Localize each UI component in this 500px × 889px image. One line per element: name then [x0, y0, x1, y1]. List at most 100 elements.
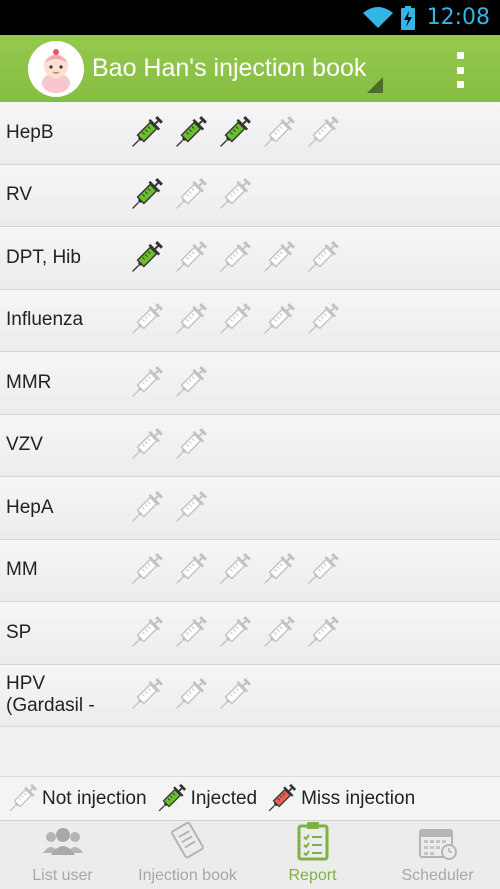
nav-label: Report	[288, 867, 337, 884]
nav-label: List user	[32, 867, 93, 884]
legend-injected: Injected	[155, 782, 258, 816]
vaccine-row[interactable]: VZV	[0, 414, 500, 477]
syringe-injected-icon[interactable]	[172, 114, 208, 152]
vaccine-row[interactable]: HPV (Gardasil -	[0, 664, 500, 727]
vaccine-row[interactable]: RV	[0, 164, 500, 227]
syringe-missed-icon	[268, 783, 297, 811]
nav-label: Scheduler	[401, 867, 474, 884]
vaccine-label: MMR	[6, 371, 52, 393]
nav-report[interactable]: Report	[250, 821, 375, 889]
dose-list	[128, 301, 340, 339]
nav-injection-book[interactable]: Injection book	[125, 821, 250, 889]
syringe-not-injected-icon[interactable]	[128, 301, 164, 339]
syringe-not-injected-icon[interactable]	[304, 551, 340, 589]
syringe-not-injected-icon[interactable]	[260, 239, 296, 277]
syringe-injected-icon[interactable]	[128, 114, 164, 152]
dose-list	[128, 239, 340, 277]
legend-label: Not injection	[42, 787, 147, 809]
syringe-not-injected-icon[interactable]	[304, 239, 340, 277]
dose-list	[128, 426, 208, 464]
vaccine-row[interactable]: SP	[0, 602, 500, 665]
syringe-injected-icon[interactable]	[216, 114, 252, 152]
syringe-not-injected-icon[interactable]	[172, 301, 208, 339]
vaccine-row[interactable]: HepB	[0, 102, 500, 165]
vaccine-row[interactable]: HepA	[0, 477, 500, 540]
nav-label: Injection book	[138, 867, 237, 884]
legend-label: Injected	[190, 787, 258, 809]
vaccine-label: Influenza	[6, 309, 84, 331]
syringe-not-injected-icon[interactable]	[216, 176, 252, 214]
bottom-nav: List user Injection book Report Schedule…	[0, 820, 500, 889]
syringe-not-injected-icon[interactable]	[260, 551, 296, 589]
syringe-not-injected-icon[interactable]	[128, 364, 164, 402]
syringe-not-injected-icon[interactable]	[304, 114, 340, 152]
vaccine-label: HepA	[6, 496, 54, 518]
title-dropdown-indicator	[367, 77, 383, 93]
nav-list-user[interactable]: List user	[0, 821, 125, 889]
syringe-not-injected-icon[interactable]	[172, 551, 208, 589]
nav-scheduler[interactable]: Scheduler	[375, 821, 500, 889]
baby-avatar[interactable]	[28, 40, 84, 97]
syringe-not-injected-icon[interactable]	[128, 676, 164, 714]
syringe-not-injected-icon[interactable]	[172, 176, 208, 214]
overflow-dot	[456, 66, 464, 74]
syringe-injected-icon[interactable]	[128, 239, 164, 277]
dose-list	[128, 676, 252, 714]
syringe-not-injected-icon[interactable]	[304, 614, 340, 652]
syringe-not-injected-icon[interactable]	[216, 614, 252, 652]
syringe-not-injected-icon[interactable]	[216, 551, 252, 589]
syringe-not-injected-icon[interactable]	[172, 364, 208, 402]
overflow-dot	[456, 52, 464, 59]
syringe-not-injected-icon[interactable]	[172, 614, 208, 652]
status-bar: 12:08	[0, 0, 500, 35]
vaccine-label: RV	[6, 184, 33, 206]
syringe-not-injected-icon[interactable]	[216, 301, 252, 339]
vaccine-label: HepB	[6, 121, 54, 143]
clipboard-checklist-icon	[297, 822, 328, 861]
dose-list	[128, 551, 340, 589]
vaccine-row[interactable]: Influenza	[0, 289, 500, 352]
baby-icon	[30, 42, 82, 95]
dose-list	[128, 176, 252, 214]
vaccine-label: SP	[6, 621, 32, 643]
vaccine-row[interactable]: MM	[0, 539, 500, 602]
calendar-icon	[418, 829, 457, 860]
syringe-not-injected-icon[interactable]	[128, 489, 164, 527]
syringe-not-injected-icon[interactable]	[128, 551, 164, 589]
overflow-dot	[456, 81, 464, 88]
page-title[interactable]: Bao Han's injection book	[92, 54, 366, 83]
clock: 12:08	[426, 5, 490, 30]
syringe-not-injected-icon	[9, 783, 38, 811]
legend-not-injection: Not injection	[6, 782, 147, 816]
syringe-not-injected-icon[interactable]	[172, 489, 208, 527]
syringe-not-injected-icon[interactable]	[304, 301, 340, 339]
legend-miss-injection: Miss injection	[265, 782, 415, 816]
syringe-not-injected-icon[interactable]	[216, 239, 252, 277]
syringe-not-injected-icon[interactable]	[260, 114, 296, 152]
battery-charging-icon	[400, 5, 415, 30]
app-bar: Bao Han's injection book	[0, 35, 500, 102]
syringe-not-injected-icon[interactable]	[128, 614, 164, 652]
overflow-menu-button[interactable]	[450, 52, 470, 88]
syringe-not-injected-icon[interactable]	[172, 239, 208, 277]
syringe-not-injected-icon[interactable]	[260, 301, 296, 339]
legend-label: Miss injection	[301, 787, 416, 809]
users-icon	[42, 828, 83, 855]
vaccine-label: MM	[6, 559, 38, 581]
syringe-injected-icon	[158, 783, 186, 811]
vaccine-label: VZV	[6, 434, 43, 456]
vaccine-list: HepB RV DPT, Hib Influenza MMR VZV HepA MM SP HPV…	[0, 102, 500, 727]
vaccine-label: DPT, Hib	[6, 246, 81, 268]
vaccine-row[interactable]: MMR	[0, 352, 500, 415]
vaccine-label: HPV (Gardasil -	[6, 673, 95, 717]
syringe-not-injected-icon[interactable]	[216, 676, 252, 714]
syringe-injected-icon[interactable]	[128, 176, 164, 214]
syringe-not-injected-icon[interactable]	[128, 426, 164, 464]
syringe-not-injected-icon[interactable]	[172, 426, 208, 464]
vaccine-row[interactable]: DPT, Hib	[0, 227, 500, 290]
syringe-not-injected-icon[interactable]	[172, 676, 208, 714]
syringe-not-injected-icon[interactable]	[260, 614, 296, 652]
legend: Not injection Injected Miss injection	[0, 776, 500, 820]
dose-list	[128, 364, 208, 402]
wifi-icon	[362, 6, 393, 28]
